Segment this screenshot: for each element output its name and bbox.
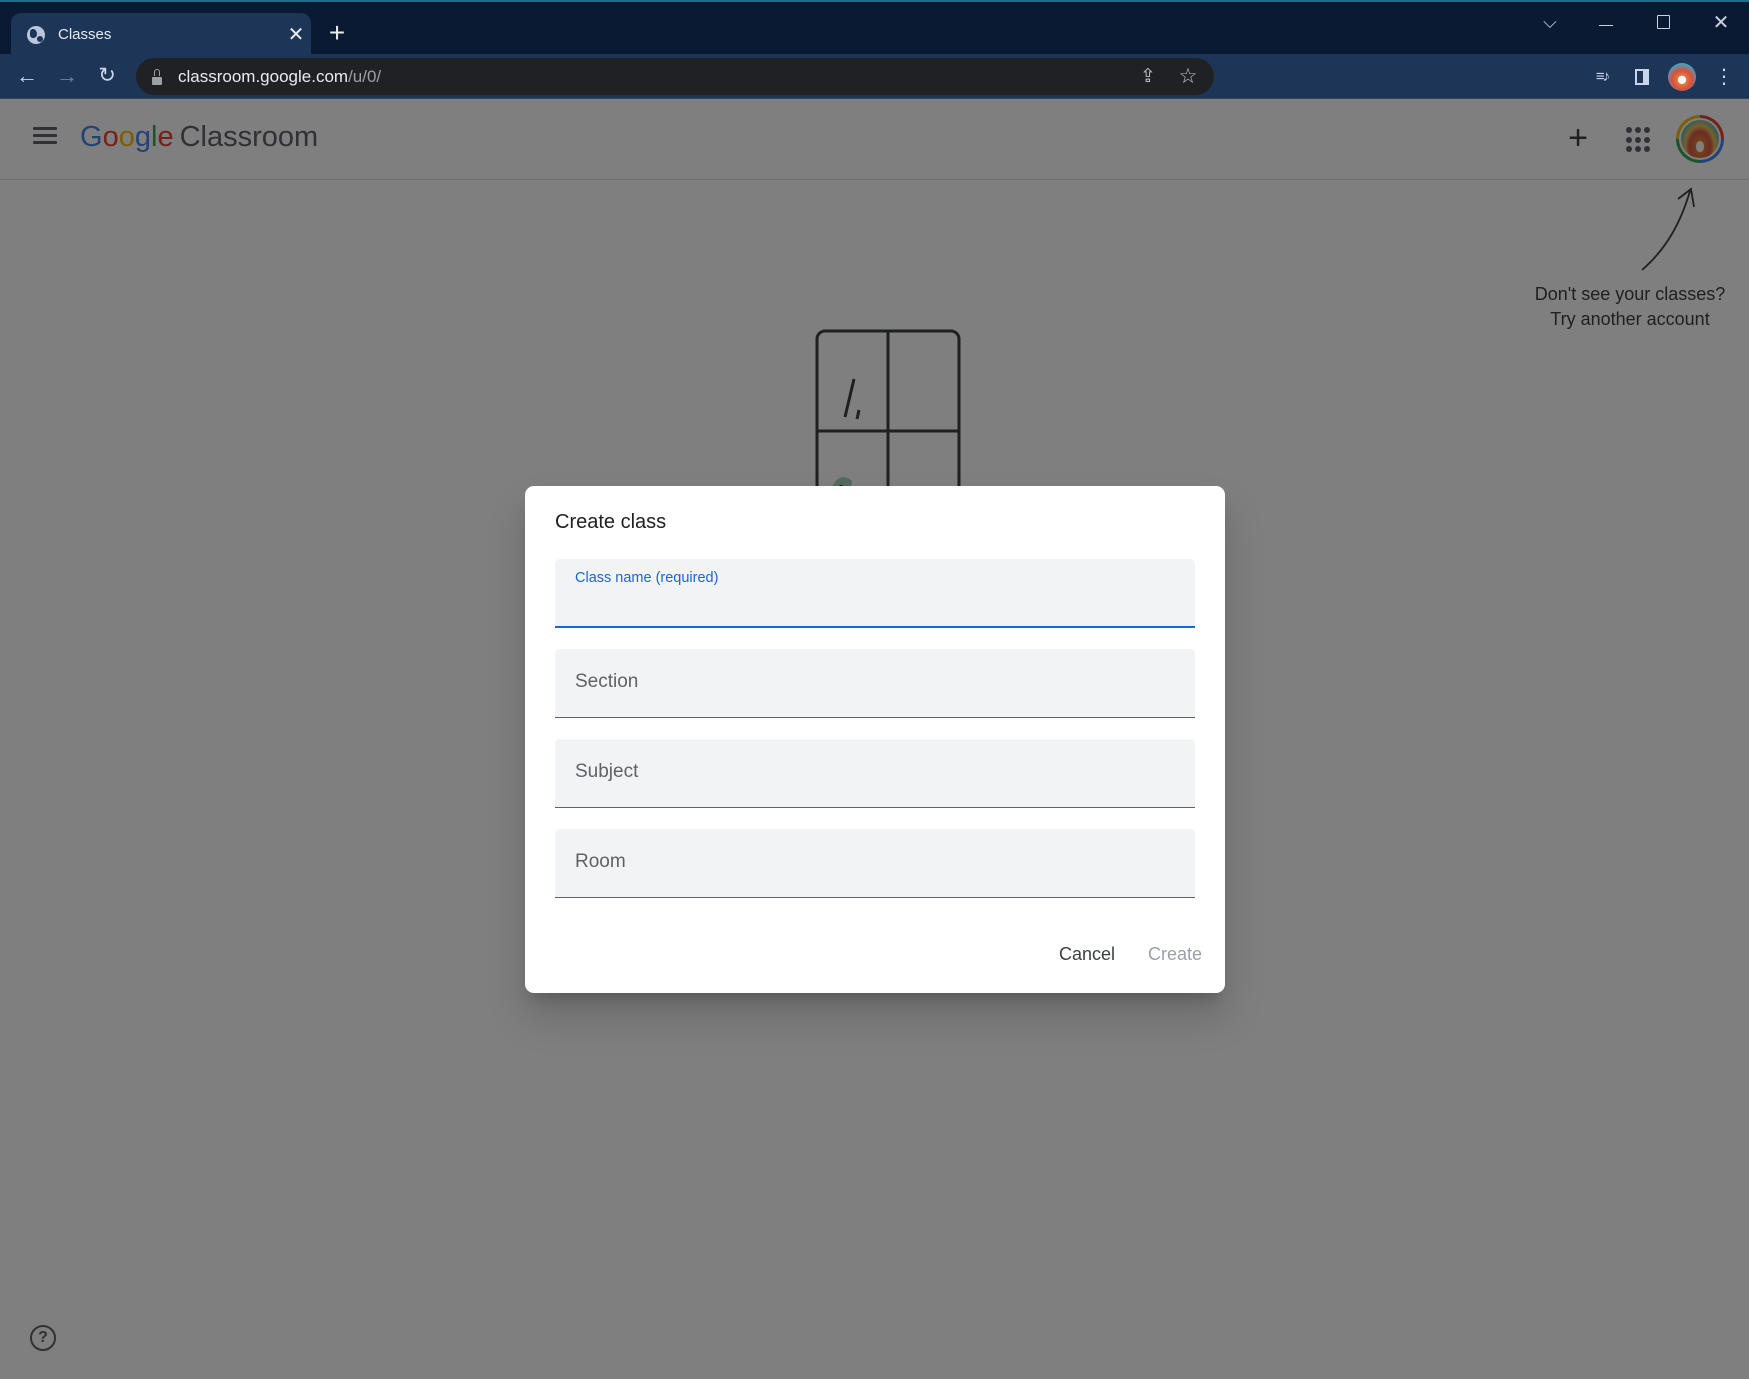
side-panel-button[interactable] xyxy=(1627,62,1657,92)
side-panel-icon xyxy=(1635,69,1649,85)
cancel-button[interactable]: Cancel xyxy=(1059,944,1115,965)
url-host: classroom.google.com xyxy=(178,66,349,86)
create-button[interactable]: Create xyxy=(1148,944,1202,965)
url-path: /u/0/ xyxy=(348,66,382,86)
tab-title: Classes xyxy=(58,26,112,43)
url-text[interactable]: classroom.google.com/u/0/ xyxy=(178,67,381,87)
minimize-button[interactable] xyxy=(1586,10,1626,31)
share-icon[interactable]: ⇪ xyxy=(1134,63,1162,91)
new-tab-button[interactable]: + xyxy=(322,18,352,48)
close-window-button[interactable]: ✕ xyxy=(1701,10,1741,35)
section-placeholder: Section xyxy=(575,671,639,692)
reload-icon[interactable]: ↻ xyxy=(91,60,123,92)
browser-menu-icon[interactable]: ⋮ xyxy=(1709,62,1739,92)
create-class-dialog: Create class Class name (required) Secti… xyxy=(525,486,1225,993)
maximize-button[interactable] xyxy=(1643,10,1683,34)
dialog-title: Create class xyxy=(555,511,667,533)
browser-profile-button[interactable] xyxy=(1667,62,1697,92)
address-bar[interactable]: classroom.google.com/u/0/ ⇪ ☆ xyxy=(136,58,1214,95)
room-placeholder: Room xyxy=(575,851,626,872)
profile-avatar xyxy=(1668,63,1696,91)
subject-placeholder: Subject xyxy=(575,761,639,782)
lock-icon[interactable] xyxy=(152,68,162,85)
media-control-icon[interactable]: ≡♪ xyxy=(1587,62,1617,92)
section-field[interactable]: Section xyxy=(555,649,1195,718)
browser-tab-classes[interactable]: Classes ✕ xyxy=(11,13,311,56)
back-arrow-icon[interactable]: ← xyxy=(11,60,43,92)
class-name-field[interactable]: Class name (required) xyxy=(555,559,1195,628)
class-name-input[interactable] xyxy=(575,592,1175,618)
minimize-icon xyxy=(1599,24,1613,26)
tab-search-icon[interactable]: ⌵ xyxy=(1530,12,1570,33)
close-tab-icon[interactable]: ✕ xyxy=(281,22,311,47)
globe-icon xyxy=(27,25,45,44)
maximize-icon xyxy=(1656,15,1670,29)
browser-tabstrip: Classes ✕ + ⌵ ✕ xyxy=(0,0,1749,56)
forward-arrow-icon[interactable]: → xyxy=(51,60,83,92)
room-field[interactable]: Room xyxy=(555,829,1195,898)
class-name-label: Class name (required) xyxy=(575,570,719,586)
bookmark-star-icon[interactable]: ☆ xyxy=(1174,63,1202,91)
subject-field[interactable]: Subject xyxy=(555,739,1195,808)
browser-toolbar: ← → ↻ classroom.google.com/u/0/ ⇪ ☆ ≡♪ ⋮ xyxy=(0,54,1749,99)
